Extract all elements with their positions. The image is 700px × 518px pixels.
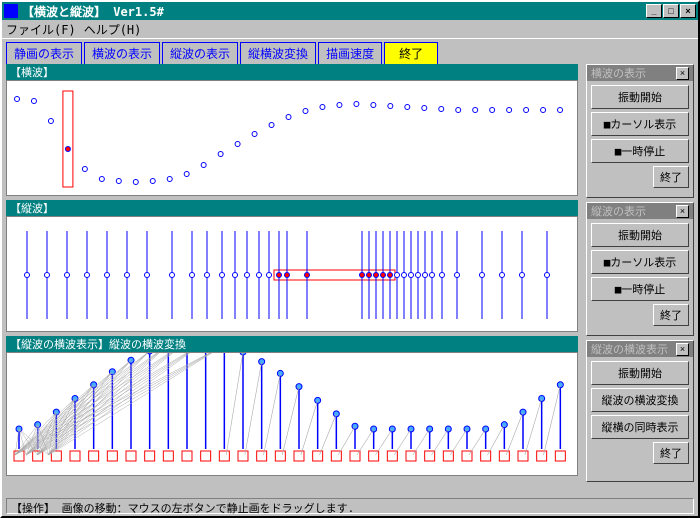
transverse-button[interactable]: 横波の表示 [84, 42, 160, 65]
cursor-button[interactable]: ■カーソル表示 [591, 250, 689, 274]
exit-button[interactable]: 終了 [384, 42, 438, 65]
static-button[interactable]: 静画の表示 [6, 42, 82, 65]
menu-help[interactable]: ヘルプ(H) [84, 21, 142, 38]
longitudinal-canvas[interactable] [6, 216, 578, 332]
longitudinal-side-panel: 縦波の表示 × 振動開始 ■カーソル表示 ■一時停止 終了 [586, 202, 694, 336]
transverse-side-header: 横波の表示 × [587, 65, 693, 81]
start-button[interactable]: 振動開始 [591, 223, 689, 247]
statusbar: 【操作】 画像の移動：マウスの左ボタンで静止画をドラッグします. [6, 498, 694, 514]
pause-button[interactable]: ■一時停止 [591, 277, 689, 301]
close-button[interactable]: × [680, 4, 696, 18]
transverse-panel-header: 【横波】 [6, 64, 578, 80]
maximize-button[interactable]: □ [663, 4, 679, 18]
panel-exit-button[interactable]: 終了 [653, 166, 689, 188]
content-area: 【横波】 横波の表示 × 振動開始 ■カーソル表示 ■一時停止 終了 【縦波】 … [6, 64, 694, 496]
longitudinal-button[interactable]: 縦波の表示 [162, 42, 238, 65]
convert-button[interactable]: 縦横波変換 [240, 42, 316, 65]
conversion-side-header: 縦波の横波表示 × [587, 341, 693, 357]
app-icon [4, 4, 18, 18]
titlebar: 【横波と縦波】 Ver1.5# _ □ × [2, 2, 698, 20]
both-display-button[interactable]: 縦横の同時表示 [591, 415, 689, 439]
panel-exit-button[interactable]: 終了 [653, 442, 689, 464]
minimize-button[interactable]: _ [646, 4, 662, 18]
longitudinal-panel-header: 【縦波】 [6, 200, 578, 216]
close-icon[interactable]: × [676, 205, 689, 218]
close-icon[interactable]: × [676, 67, 689, 80]
conversion-side-panel: 縦波の横波表示 × 振動開始 縦波の横波変換 縦横の同時表示 終了 [586, 340, 694, 482]
transverse-canvas[interactable] [6, 80, 578, 196]
window-title: 【横波と縦波】 Ver1.5# [22, 3, 646, 20]
cursor-button[interactable]: ■カーソル表示 [591, 112, 689, 136]
convert-wave-button[interactable]: 縦波の横波変換 [591, 388, 689, 412]
start-button[interactable]: 振動開始 [591, 85, 689, 109]
speed-button[interactable]: 描画速度 [318, 42, 382, 65]
close-icon[interactable]: × [676, 343, 689, 356]
pause-button[interactable]: ■一時停止 [591, 139, 689, 163]
panel-exit-button[interactable]: 終了 [653, 304, 689, 326]
transverse-side-panel: 横波の表示 × 振動開始 ■カーソル表示 ■一時停止 終了 [586, 64, 694, 198]
menubar: ファイル(F) ヘルプ(H) [2, 20, 698, 38]
conversion-canvas[interactable] [6, 352, 578, 476]
conversion-panel-header: 【縦波の横波表示】縦波の横波変換 [6, 336, 578, 352]
start-button[interactable]: 振動開始 [591, 361, 689, 385]
longitudinal-side-header: 縦波の表示 × [587, 203, 693, 219]
app-window: 【横波と縦波】 Ver1.5# _ □ × ファイル(F) ヘルプ(H) 静画の… [0, 0, 700, 518]
menu-file[interactable]: ファイル(F) [6, 21, 76, 38]
